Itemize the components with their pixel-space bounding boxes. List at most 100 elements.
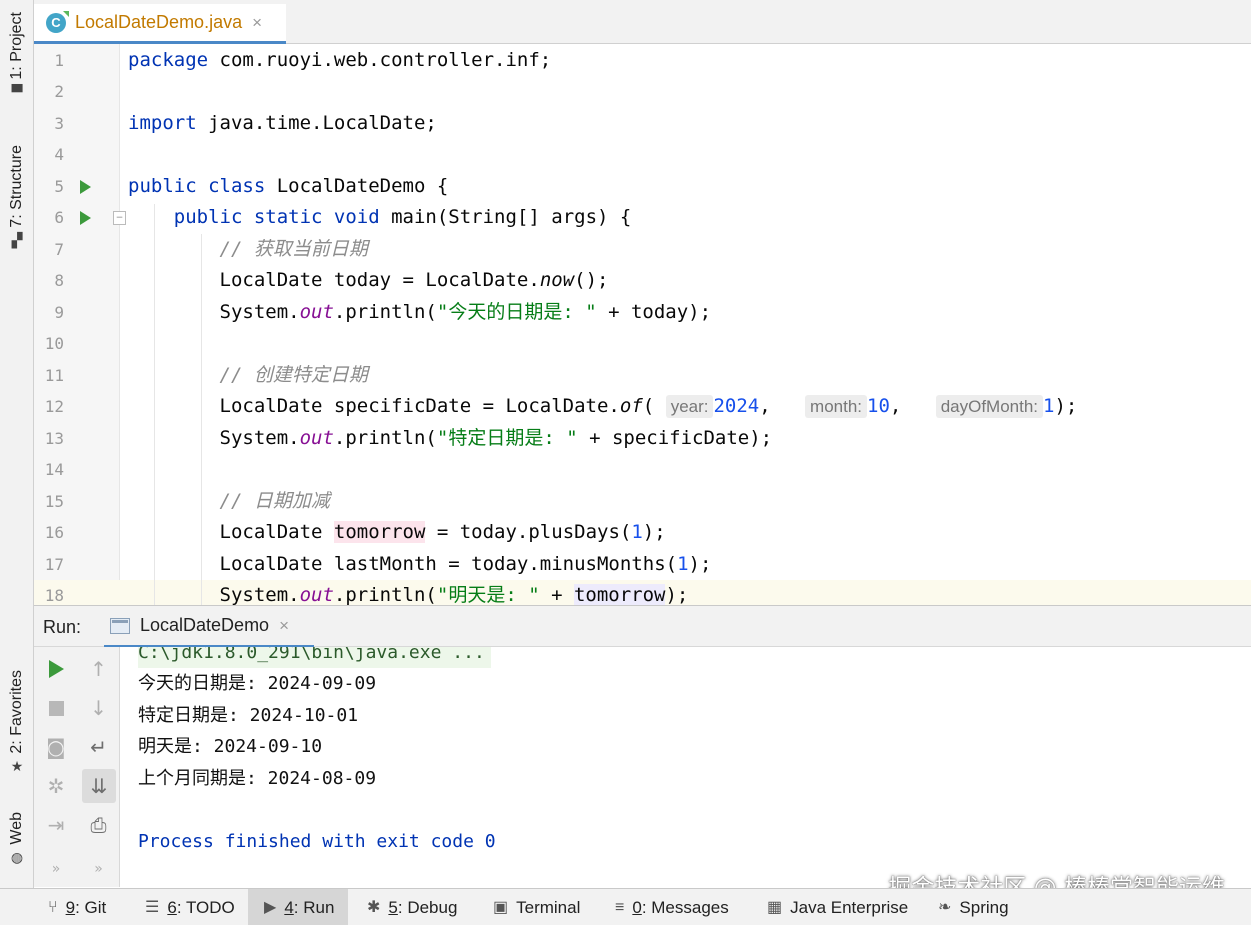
debug-settings-button[interactable]: ✲ <box>34 769 78 803</box>
git-key: 9 <box>65 897 76 917</box>
console-icon <box>110 617 130 634</box>
camera-icon: ◙ <box>46 735 66 759</box>
todo-key: 6 <box>167 897 177 917</box>
run-panel-header: Run: LocalDateDemo × <box>34 605 1251 648</box>
debug-tool-button[interactable]: ✱ 5: Debug <box>367 889 457 925</box>
editor-tab-label: LocalDateDemo.java <box>75 12 243 32</box>
code-line[interactable]: 8 LocalDate today = LocalDate.now(); <box>34 265 1251 297</box>
code-line[interactable]: 1 package com.ruoyi.web.controller.inf; <box>34 45 1251 77</box>
exit-icon: ⇥ <box>47 813 65 837</box>
globe-icon: ◍ <box>10 849 24 866</box>
stop-button[interactable] <box>34 691 78 725</box>
exit-button[interactable]: ⇥ <box>34 808 78 842</box>
java-enterprise-tool-button[interactable]: ▦ Java Enterprise <box>767 889 908 925</box>
terminal-tool-button[interactable]: ▣ Terminal <box>493 889 580 925</box>
line-number: 15 <box>44 491 64 511</box>
close-icon[interactable]: × <box>252 13 262 33</box>
arrow-up-icon: ↑ <box>90 657 107 681</box>
wrap-icon: ↵ <box>90 735 107 759</box>
console-exit-line: Process finished with exit code 0 <box>138 830 496 852</box>
line-number: 5 <box>54 176 64 196</box>
structure-icon: ▞ <box>11 232 23 249</box>
project-tool-tab[interactable]: 1: Project ▀ <box>0 12 34 100</box>
run-panel-label: Run: <box>43 617 82 637</box>
scroll-to-end-button[interactable]: ⇊ <box>82 769 116 803</box>
code-line[interactable]: 16 LocalDate tomorrow = today.plusDays(1… <box>34 517 1251 549</box>
java-enterprise-icon: ▦ <box>767 898 783 916</box>
code-line[interactable]: 12 LocalDate specificDate = LocalDate.of… <box>34 391 1251 423</box>
code-line[interactable]: 2 <box>34 76 1251 108</box>
screenshot-button[interactable]: ◙ <box>34 730 78 764</box>
print-button[interactable]: ⎙ <box>78 808 119 842</box>
line-number: 14 <box>44 460 64 479</box>
star-icon: ★ <box>10 758 24 775</box>
structure-tool-tab[interactable]: 7: Structure ▞ <box>0 145 34 248</box>
todo-tool-button[interactable]: ☰ 6: TODO <box>145 889 235 925</box>
code-text: public static void main(String[] args) { <box>173 206 632 228</box>
arrow-down-icon: ↓ <box>90 696 107 720</box>
chevron-right-icon: » <box>51 861 61 877</box>
code-line[interactable]: 14 <box>34 454 1251 486</box>
code-text: // 获取当前日期 <box>219 237 368 260</box>
code-text: System.out.println("今天的日期是: " + today); <box>128 300 712 323</box>
run-toolbar-secondary: ↑ ↓ ↵ ⇊ ⎙ » <box>78 647 120 887</box>
code-line[interactable]: 3 import java.time.LocalDate; <box>34 108 1251 140</box>
console-command-line: C:\jdk1.8.0_291\bin\java.exe ... <box>138 647 491 668</box>
code-line[interactable]: 9 System.out.println("今天的日期是: " + today)… <box>34 297 1251 329</box>
line-number: 18 <box>44 586 64 605</box>
line-number: 11 <box>44 365 64 385</box>
spring-leaf-icon: ❧ <box>938 898 952 916</box>
code-text: // 创建特定日期 <box>219 363 368 386</box>
run-tab-label: LocalDateDemo <box>140 615 270 635</box>
messages-tool-button[interactable]: ≡ 0: Messages <box>615 889 729 925</box>
indent-guide <box>201 234 202 605</box>
stop-icon <box>48 700 64 716</box>
run-tool-button[interactable]: ▶ 4: Run <box>248 889 348 925</box>
run-gutter-icon[interactable] <box>80 211 91 225</box>
code-line[interactable]: 18 System.out.println("明天是: " + tomorrow… <box>34 580 1251 605</box>
run-label: : Run <box>293 897 335 917</box>
rerun-button[interactable] <box>34 652 78 686</box>
scroll-up-button[interactable]: ↑ <box>78 652 119 686</box>
debug-label: : Debug <box>397 897 458 917</box>
code-text: import java.time.LocalDate; <box>128 111 437 134</box>
console-output[interactable]: C:\jdk1.8.0_291\bin\java.exe ... 今天的日期是: … <box>120 647 1251 887</box>
line-number: 7 <box>54 239 64 259</box>
chevron-right-icon: » <box>94 861 103 877</box>
code-line[interactable]: 7 // 获取当前日期 <box>34 234 1251 266</box>
code-line[interactable]: 4 <box>34 139 1251 171</box>
web-tool-tab[interactable]: Web ◍ <box>0 812 34 865</box>
editor-tab-localdatedemo[interactable]: C LocalDateDemo.java × <box>34 4 286 44</box>
code-editor[interactable]: 1 package com.ruoyi.web.controller.inf; 2 3… <box>34 44 1251 605</box>
run-gutter-icon[interactable] <box>80 179 91 194</box>
code-text: System.out.println("明天是: " + tomorrow); <box>128 584 689 605</box>
folder-icon: ▀ <box>11 84 23 101</box>
git-branch-icon: ⑂ <box>48 898 58 916</box>
git-tool-button[interactable]: ⑂ 9: Git <box>48 889 106 925</box>
close-icon[interactable]: × <box>279 616 289 636</box>
code-line[interactable]: 13 System.out.println("特定日期是: " + specif… <box>34 423 1251 455</box>
git-label: : Git <box>75 897 107 917</box>
spring-tool-button[interactable]: ❧ Spring <box>938 889 1009 925</box>
more-actions-button[interactable]: » <box>34 852 78 886</box>
favorites-tool-tab[interactable]: 2: Favorites ★ <box>0 670 34 774</box>
more-actions-button-2[interactable]: » <box>78 852 119 886</box>
code-line[interactable]: 15 // 日期加减 <box>34 486 1251 518</box>
code-text: System.out.println("特定日期是: " + specificD… <box>128 426 773 449</box>
line-number: 4 <box>54 145 64 164</box>
code-line[interactable]: 17 LocalDate lastMonth = today.minusMont… <box>34 549 1251 581</box>
code-line[interactable]: 10 <box>34 328 1251 360</box>
fold-icon[interactable]: − <box>113 211 126 225</box>
terminal-label: Terminal <box>516 897 581 917</box>
bug-icon: ✲ <box>47 774 65 798</box>
code-line[interactable]: 6 − public static void main(String[] args… <box>34 202 1251 234</box>
line-number: 10 <box>44 334 64 353</box>
code-line[interactable]: 11 // 创建特定日期 <box>34 360 1251 392</box>
run-tab-localdatedemo[interactable]: LocalDateDemo × <box>104 606 314 648</box>
soft-wrap-button[interactable]: ↵ <box>78 730 119 764</box>
line-number: 9 <box>54 302 64 322</box>
java-class-icon: C <box>46 10 69 33</box>
bug-icon: ✱ <box>367 898 381 916</box>
code-line[interactable]: 5 public class LocalDateDemo { <box>34 171 1251 203</box>
scroll-down-button[interactable]: ↓ <box>78 691 119 725</box>
